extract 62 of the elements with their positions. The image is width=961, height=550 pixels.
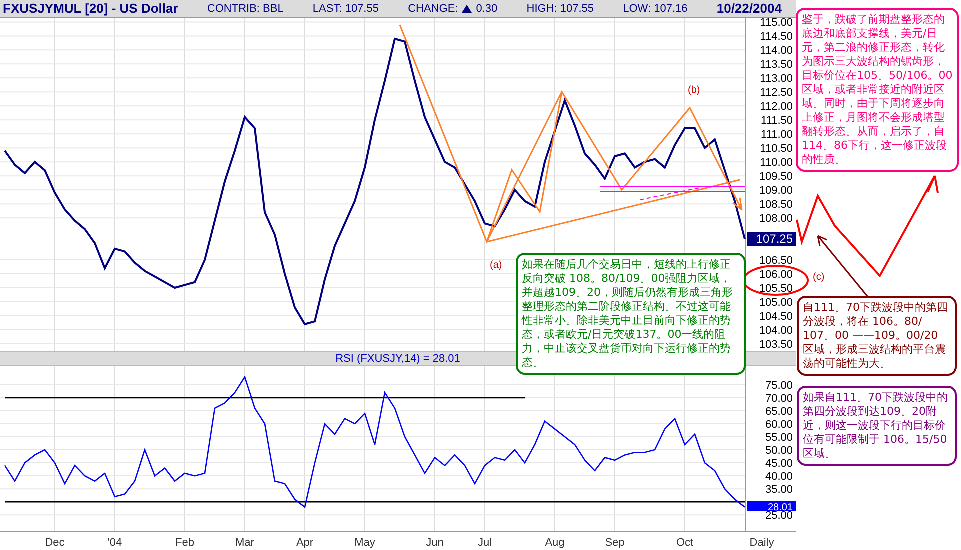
price-axis-label: 114.50 xyxy=(760,31,793,44)
price-axis-label: 109.50 xyxy=(759,171,793,184)
price-axis-label: 104.00 xyxy=(759,325,793,338)
price-axis-label: 110.50 xyxy=(760,143,793,156)
low-price-text: LOW: 107.16 xyxy=(623,2,688,14)
rsi-axis-label: 70.00 xyxy=(765,393,793,405)
price-axis-label: 113.50 xyxy=(760,59,793,72)
month-label: Dec xyxy=(45,537,65,549)
wave-label: (a) xyxy=(490,260,502,271)
month-label: Mar xyxy=(236,537,254,549)
price-axis-label: 111.50 xyxy=(760,115,793,128)
high-price-text: HIGH: 107.55 xyxy=(526,2,594,14)
highlight-ellipse xyxy=(743,265,809,296)
rsi-axis-label: 65.00 xyxy=(765,406,793,418)
wave-label: (b) xyxy=(688,85,700,96)
month-label: '04 xyxy=(108,537,122,549)
month-label: Sep xyxy=(605,537,625,549)
rsi-axis-label: 40.00 xyxy=(765,471,793,484)
rsi-axis-label: 50.00 xyxy=(765,445,793,458)
wave-label: (c) xyxy=(813,272,825,283)
month-label: Oct xyxy=(676,537,694,549)
last-price-tag: 107.25 xyxy=(747,232,796,246)
symbol-title: FXUSJYMUL [20] - US Dollar xyxy=(3,1,178,16)
price-axis-label: 108.50 xyxy=(759,199,793,212)
contributor-text: CONTRIB: BBL xyxy=(207,2,284,14)
rsi-axis-label: 75.00 xyxy=(765,380,793,392)
annotation-note: 如果在随后几个交易日中，短线的上行修正反向突破 108。80/109。00强阻力区域，并超越109。20，则随后仍然有形成三角形整理形态的第二阶段修正结构。不过这可能性非常小。除非美元中止目前向下修正的势态，或者欧元/日元突破137。00一线的阻力，中止该交叉盘货币对向下运行修正的势态。 xyxy=(516,253,746,375)
rsi-axis-label: 45.00 xyxy=(765,458,793,470)
price-axis-label: 103.50 xyxy=(759,339,793,351)
price-axis-label: 111.00 xyxy=(760,129,793,142)
arrow-head xyxy=(732,197,743,211)
last-price-text: LAST: 107.55 xyxy=(312,2,379,14)
change-value: 0.30 xyxy=(476,2,498,14)
rsi-axis-label: 55.00 xyxy=(765,432,793,444)
change-label: CHANGE: xyxy=(408,2,458,14)
month-label: Feb xyxy=(176,537,194,549)
rsi-axis-label: 35.00 xyxy=(765,484,793,496)
price-axis-label: 106.00 xyxy=(759,269,793,282)
price-axis-label: 108.00 xyxy=(759,213,793,226)
price-axis-label: 109.00 xyxy=(759,185,793,198)
period-label: Daily xyxy=(750,537,774,549)
price-axis-label: 110.00 xyxy=(760,157,793,170)
indicator-title: RSI (FXUSJY,14) = 28.01 xyxy=(336,352,460,364)
month-label: Jun xyxy=(426,537,444,549)
month-label: May xyxy=(354,537,376,549)
price-axis-label: 104.50 xyxy=(759,311,793,324)
price-axis-label: 112.00 xyxy=(760,101,793,114)
price-axis-label: 112.50 xyxy=(760,87,793,100)
annotation-note: 自111。70下跌波段中的第四分波段，将在 106。80/ 107。00 ——109。00/20 区域，形成三波结构的平台震荡的可能性为大。 xyxy=(797,296,957,376)
price-axis-label: 115.00 xyxy=(760,18,793,30)
price-axis-label: 113.00 xyxy=(760,73,793,86)
month-label: Apr xyxy=(296,537,314,549)
month-label: Jul xyxy=(478,537,492,549)
annotation-note: 鉴于，跌破了前期盘整形态的底边和底部支撑线，美元/日元，第二浪的修正形态，转化为图示三大波结构的锯齿形，目标价位在105。50/106。00区域，或者非常接近的附近区域。同时，由于下周将逐步向上修正，月图将不会形成塔型翻转形态。从而，启示了，自114。86下行，这一修正波段的性质。 xyxy=(796,8,959,172)
month-label: Aug xyxy=(545,537,565,549)
price-axis-label: 105.50 xyxy=(759,283,793,296)
date-text: 10/22/2004 xyxy=(716,1,782,16)
price-axis-label: 106.50 xyxy=(759,255,793,268)
price-axis-label: 114.00 xyxy=(760,45,793,58)
annotation-note: 如果自111。70下跌波段中的第四分波段到达109。20附近，则这一波段下行的目标价位有可能限制于 106。15/50区域。 xyxy=(797,386,957,466)
rsi-axis-label: 60.00 xyxy=(765,419,793,432)
price-axis-label: 105.00 xyxy=(759,297,793,310)
